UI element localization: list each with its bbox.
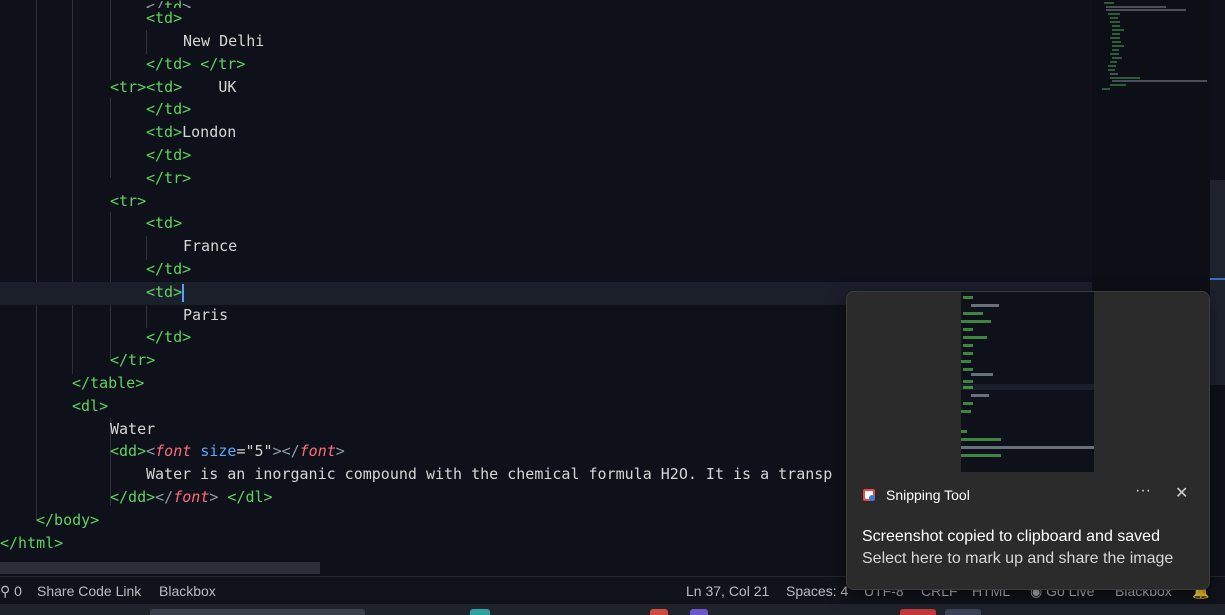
indent-guide [72, 0, 73, 374]
indent-guide [146, 304, 147, 328]
code-line: France [183, 237, 238, 255]
code-line: Water [110, 420, 156, 438]
taskbar-search-box[interactable] [150, 609, 365, 615]
code-line: Water is an inorganic compound with the … [146, 465, 833, 483]
more-options-icon[interactable]: ··· [1135, 482, 1151, 500]
cursor-position[interactable]: Ln 37, Col 21 [686, 577, 769, 605]
blackbox-button[interactable]: Blackbox [159, 577, 216, 605]
scrollbar-thumb[interactable] [1210, 180, 1225, 385]
code-line: <td> [146, 9, 183, 27]
code-line: </td> [146, 100, 192, 118]
code-line: </html> [0, 534, 64, 552]
broadcast-icon: ⚲ [0, 583, 11, 599]
notification-message: Screenshot copied to clipboard and saved [862, 528, 1160, 545]
text-cursor [182, 283, 185, 302]
code-line: </td> [146, 260, 192, 278]
taskbar-app-icon[interactable] [900, 609, 936, 615]
code-line: </body> [36, 511, 100, 529]
horizontal-scrollbar[interactable] [0, 562, 320, 574]
code-line: <td> [146, 283, 185, 302]
code-line: </dd></font> </dl> [110, 488, 273, 506]
code-line: Paris [183, 306, 229, 324]
notification-app-name: Snipping Tool [886, 487, 970, 503]
code-line: New Delhi [183, 32, 265, 50]
indent-guide [110, 98, 111, 178]
code-line: </td> [146, 146, 192, 164]
ports-indicator[interactable]: ⚲ 0 [0, 577, 22, 605]
cursor-position-marker [1210, 278, 1225, 280]
code-line: </td> [146, 328, 192, 346]
taskbar-app-icon[interactable] [945, 609, 981, 615]
code-line: </tr> [110, 351, 156, 369]
code-line: <dd><font size="5"></font> [110, 442, 345, 460]
taskbar [0, 604, 1225, 615]
taskbar-app-icon[interactable] [470, 609, 490, 615]
snipping-tool-notification[interactable]: Snipping Tool ··· ✕ Screenshot copied to… [846, 291, 1210, 590]
close-icon[interactable]: ✕ [1175, 483, 1188, 503]
indent-guide [146, 30, 147, 54]
snipping-tool-icon [863, 489, 875, 501]
indent-guide [36, 0, 37, 520]
indentation-setting[interactable]: Spaces: 4 [786, 577, 848, 605]
code-line: <tr><td> UK [110, 78, 237, 96]
indent-guide [110, 0, 111, 80]
notification-subtext: Select here to mark up and share the ima… [862, 550, 1174, 567]
code-line: <dl> [72, 397, 109, 415]
indent-guide [146, 236, 147, 260]
code-line: <tr> [110, 192, 147, 210]
code-line: </tr> [146, 169, 192, 187]
share-code-link-button[interactable]: Share Code Link [37, 577, 141, 605]
code-line: <td> [146, 214, 183, 232]
screenshot-thumbnail[interactable] [961, 292, 1094, 472]
taskbar-app-icon[interactable] [650, 609, 668, 615]
taskbar-app-icon[interactable] [690, 609, 708, 615]
code-line: <td>London [146, 123, 237, 141]
vertical-scrollbar[interactable] [1210, 0, 1225, 576]
code-line: </td> </tr> [146, 55, 246, 73]
code-line: </table> [72, 374, 145, 392]
